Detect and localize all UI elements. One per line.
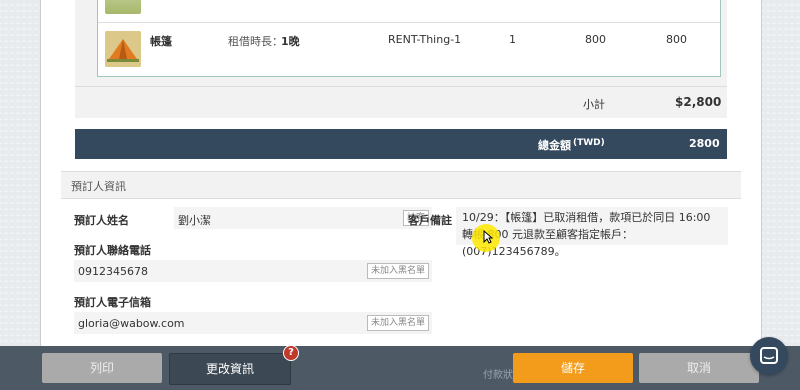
payment-status-label: 付款狀 — [483, 370, 513, 381]
item-sku: RENT-Thing-1 — [388, 33, 462, 46]
item-amount: 800 — [666, 33, 687, 46]
subtotal-row: 小計 $2,800 — [75, 86, 727, 119]
email-field[interactable]: gloria@wabow.com 未加入黑名單 — [74, 312, 432, 334]
email-label: 預訂人電子信箱 — [74, 296, 151, 309]
name-label: 預訂人姓名 — [74, 214, 129, 227]
section-title: 預訂人資訊 — [71, 180, 126, 193]
phone-blacklist-tag[interactable]: 未加入黑名單 — [366, 263, 429, 279]
notes-label: 客戶備註 — [408, 214, 452, 227]
total-label: 總金額 — [538, 139, 571, 152]
duration-value: 1晚 — [281, 35, 300, 48]
email-value: gloria@wabow.com — [78, 317, 185, 330]
chat-icon — [760, 347, 778, 364]
help-icon[interactable]: ? — [283, 345, 299, 361]
product-thumbnail — [105, 0, 141, 14]
total-bar: 總金額 (TWD) 2800 — [75, 129, 727, 159]
action-bar: 列印 更改資訊 付款狀 儲存 取消 — [0, 346, 800, 390]
duration-label: 租借時長： — [228, 35, 283, 48]
items-table-body: 帳篷 租借時長： 1晚 RENT-Thing-1 1 800 800 — [97, 0, 721, 77]
item-name: 帳篷 — [150, 35, 172, 48]
chat-launcher-button[interactable] — [750, 337, 788, 375]
mouse-cursor-icon — [483, 230, 493, 244]
email-blacklist-tag[interactable]: 未加入黑名單 — [366, 315, 429, 331]
phone-field[interactable]: 0912345678 未加入黑名單 — [74, 260, 432, 282]
subtotal-value: $2,800 — [675, 95, 722, 109]
name-value: 劉小潔 — [178, 214, 211, 227]
name-field[interactable]: 劉小潔 訪客 — [174, 207, 432, 229]
subtotal-label: 小計 — [583, 98, 605, 111]
tent-thumbnail — [105, 31, 141, 67]
total-value: 2800 — [689, 137, 720, 150]
cancel-button[interactable]: 取消 — [639, 353, 759, 383]
booker-section-header: 預訂人資訊 — [61, 171, 741, 199]
phone-label: 預訂人聯絡電話 — [74, 244, 151, 257]
save-button[interactable]: 儲存 — [513, 353, 633, 383]
item-price: 800 — [585, 33, 606, 46]
edit-info-button[interactable]: 更改資訊 — [169, 353, 291, 385]
items-table: 帳篷 租借時長： 1晚 RENT-Thing-1 1 800 800 小計 $2… — [75, 0, 727, 118]
total-currency: (TWD) — [573, 138, 605, 148]
phone-value: 0912345678 — [78, 265, 148, 278]
order-panel: 帳篷 租借時長： 1晚 RENT-Thing-1 1 800 800 小計 $2… — [40, 0, 762, 390]
item-qty: 1 — [509, 33, 516, 46]
print-button[interactable]: 列印 — [42, 353, 162, 383]
